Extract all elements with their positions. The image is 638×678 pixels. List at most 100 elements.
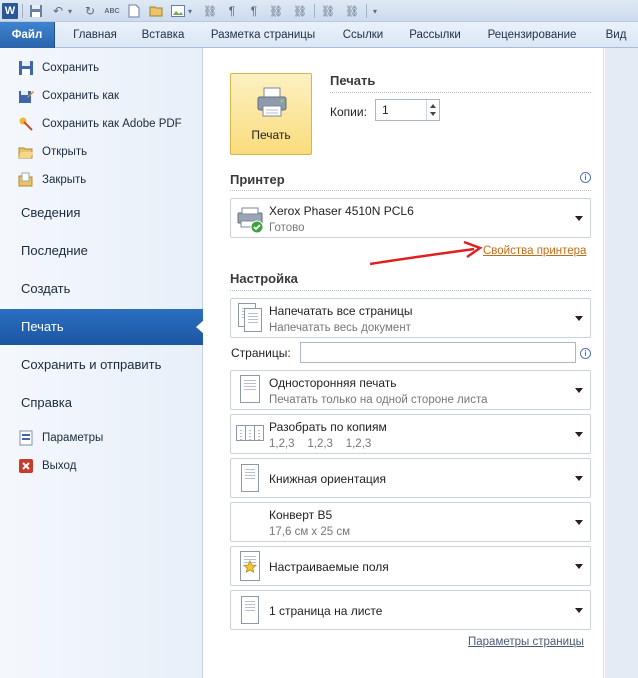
pages-per-sheet-icon [236,593,264,627]
nav-item-label: Сохранить [42,62,100,74]
tab-view[interactable]: Вид [596,22,636,48]
info-icon[interactable]: i [580,172,591,183]
nav-item-options[interactable]: Параметры [18,426,103,450]
sides-dropdown[interactable]: Односторонняя печать Печатать только на … [230,370,591,410]
image-icon[interactable] [170,3,186,19]
settings-section-title: Настройка [230,271,298,286]
nav-item-help[interactable]: Справка [0,385,203,421]
nav-item-save-and-send[interactable]: Сохранить и отправить [0,347,203,383]
nav-item-label: Закрыть [42,174,87,186]
redo-icon[interactable]: ↻ [82,3,98,19]
save-as-icon [18,88,34,104]
page-setup-link[interactable]: Параметры страницы [468,636,584,648]
print-button[interactable]: Печать [230,73,312,155]
tree-icon[interactable]: ⛓ [318,3,338,19]
chevron-down-icon [575,476,583,481]
word-icon[interactable]: W [2,3,18,19]
collate-icon [236,417,264,451]
nav-item-label: Открыть [42,146,88,158]
tree-icon[interactable]: ⛓ [266,3,286,19]
toolbar-separator [314,4,315,18]
pdf-icon [18,116,34,132]
print-button-label: Печать [251,128,291,142]
one-sided-icon [236,373,264,407]
nav-item-label: Параметры [42,432,104,444]
tree-icon[interactable]: ⛓ [290,3,310,19]
spelling-icon[interactable]: ABC [104,3,120,19]
print-range-dropdown[interactable]: Напечатать все страницы Напечатать весь … [230,298,591,338]
copies-value: 1 [382,103,389,117]
portrait-icon [236,461,264,495]
printer-icon [257,87,287,117]
tab-home[interactable]: Главная [60,22,130,48]
tab-review[interactable]: Рецензирование [478,22,586,48]
chevron-down-icon [575,608,583,613]
tab-page-layout[interactable]: Разметка страницы [200,22,326,48]
new-document-icon[interactable] [126,3,142,19]
undo-icon[interactable]: ↶ [50,3,66,19]
chevron-down-icon[interactable]: ▾ [186,3,194,19]
print-section-title: Печать [330,73,376,88]
spin-up-icon[interactable] [430,104,436,108]
printer-dropdown[interactable]: Xerox Phaser 4510N PCL6 Готово [230,198,591,238]
orientation-dropdown[interactable]: Книжная ориентация [230,458,591,498]
divider [230,290,591,291]
print-range-subtitle: Напечатать весь документ [269,322,411,334]
options-icon [18,430,34,446]
nav-item-open[interactable]: Открыть [18,140,87,164]
ribbon-tabs: Файл Главная Вставка Разметка страницы С… [0,22,638,48]
nav-item-save-as-pdf[interactable]: Сохранить как Adobe PDF [18,112,182,136]
divider [330,92,591,93]
tree-icon[interactable]: ⛓ [342,3,362,19]
printer-properties-link[interactable]: Свойства принтера [483,245,586,257]
collate-dropdown[interactable]: Разобрать по копиям 1,2,3 1,2,3 1,2,3 [230,414,591,454]
paper-size-dropdown[interactable]: Конверт B5 17,6 см x 25 см [230,502,591,542]
pages-input[interactable] [300,342,576,363]
preview-area [605,48,638,678]
tab-mailings[interactable]: Рассылки [400,22,470,48]
tab-insert[interactable]: Вставка [132,22,194,48]
copies-stepper[interactable]: 1 [375,99,440,121]
tree-icon[interactable]: ⛓ [200,3,220,19]
margins-dropdown[interactable]: Настраиваемые поля [230,546,591,586]
nav-item-label: Сохранить как Adobe PDF [42,118,182,130]
tab-file[interactable]: Файл [0,22,55,48]
spin-down-icon[interactable] [430,112,436,116]
print-settings-panel: Печать Печать Копии: 1 Принтер i Xerox P… [204,48,604,678]
printer-section-title: Принтер [230,172,285,187]
nav-item-info[interactable]: Сведения [0,195,203,231]
chevron-down-icon [575,564,583,569]
nav-item-close[interactable]: Закрыть [18,168,86,192]
info-icon[interactable]: i [580,348,591,359]
nav-item-print[interactable]: Печать [0,309,204,345]
nav-item-label: Выход [42,460,77,472]
annotation-arrow [369,240,483,266]
nav-item-exit[interactable]: Выход [18,454,76,478]
toolbar-separator [366,4,367,18]
nav-item-recent[interactable]: Последние [0,233,203,269]
printer-status: Готово [269,222,305,234]
nav-item-save[interactable]: Сохранить [18,56,99,80]
chevron-down-icon [575,432,583,437]
printer-icon [237,207,264,234]
chevron-down-icon [575,316,583,321]
save-icon[interactable] [28,3,44,19]
pilcrow-icon[interactable]: ¶ [224,3,240,19]
customize-toolbar-icon[interactable]: ▾ [370,3,380,19]
printer-name: Xerox Phaser 4510N PCL6 [269,204,414,218]
copies-label: Копии: [330,105,367,119]
pages-per-sheet-dropdown[interactable]: 1 страница на листе [230,590,591,630]
sides-subtitle: Печатать только на одной стороне листа [269,394,488,406]
margins-icon [236,549,264,583]
tab-references[interactable]: Ссылки [334,22,392,48]
exit-icon [18,458,34,474]
toolbar-separator [22,4,23,18]
open-icon[interactable] [148,3,164,19]
collate-title: Разобрать по копиям [269,420,387,434]
pilcrow-tree-icon[interactable]: ¶ [246,3,262,19]
paper-size-title: Конверт B5 [269,508,333,522]
nav-item-save-as[interactable]: Сохранить как [18,84,119,108]
collate-subtitle: 1,2,3 1,2,3 1,2,3 [269,438,372,450]
nav-item-new[interactable]: Создать [0,271,203,307]
chevron-down-icon[interactable]: ▾ [66,3,74,19]
